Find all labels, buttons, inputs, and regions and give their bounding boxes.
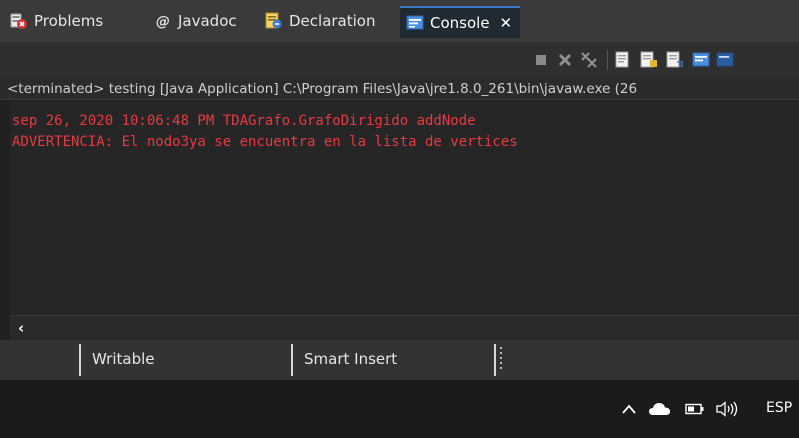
cloud-icon[interactable]: [648, 399, 672, 419]
tab-console-label: Console: [430, 14, 490, 32]
scroll-lock-icon[interactable]: [640, 51, 658, 69]
clear-console-icon[interactable]: [614, 51, 632, 69]
console-line: sep 26, 2020 10:06:48 PM TDAGrafo.GrafoD…: [12, 113, 476, 129]
close-icon[interactable]: ✕: [500, 14, 513, 32]
word-wrap-icon[interactable]: [666, 51, 684, 69]
horizontal-scrollbar[interactable]: ‹: [10, 315, 799, 340]
display-console-icon[interactable]: [716, 51, 756, 69]
windows-taskbar: ESP: [0, 380, 799, 438]
console-line: ADVERTENCIA: El nodo3ya se encuentra en …: [12, 134, 518, 150]
tab-javadoc-label: Javadoc: [178, 12, 237, 30]
status-bar: Writable Smart Insert: [0, 340, 799, 380]
input-language-indicator[interactable]: ESP: [766, 400, 792, 416]
insert-mode-status[interactable]: Smart Insert: [304, 350, 397, 368]
volume-icon[interactable]: [714, 399, 740, 419]
tab-problems[interactable]: Problems: [10, 8, 103, 34]
problems-icon: [10, 12, 28, 30]
remove-launch-icon[interactable]: [556, 51, 574, 69]
javadoc-icon: @: [154, 12, 172, 30]
scroll-left-icon[interactable]: ‹: [18, 319, 24, 337]
view-tab-bar: Problems @ Javadoc Declaration Console ✕: [0, 0, 799, 43]
chevron-up-icon[interactable]: [620, 399, 638, 419]
console-output[interactable]: sep 26, 2020 10:06:48 PM TDAGrafo.GrafoD…: [10, 101, 799, 315]
declaration-icon: [265, 12, 283, 30]
svg-text:@: @: [156, 14, 170, 30]
tab-console[interactable]: Console ✕: [400, 6, 521, 38]
tab-problems-label: Problems: [34, 12, 104, 30]
tab-javadoc[interactable]: @ Javadoc: [154, 8, 237, 34]
pin-console-icon[interactable]: [692, 51, 710, 69]
console-toolbar: [0, 42, 799, 78]
console-process-status: <terminated> testing [Java Application] …: [0, 78, 799, 100]
scrollbar-track[interactable]: [42, 322, 799, 334]
status-bar-grip[interactable]: [500, 347, 503, 373]
terminate-icon[interactable]: [532, 51, 550, 69]
battery-icon[interactable]: [685, 399, 705, 419]
tab-declaration[interactable]: Declaration: [265, 8, 375, 34]
tab-declaration-label: Declaration: [289, 12, 376, 30]
console-icon: [406, 14, 424, 32]
remove-all-terminated-icon[interactable]: [580, 51, 598, 69]
writable-status: Writable: [92, 350, 155, 368]
